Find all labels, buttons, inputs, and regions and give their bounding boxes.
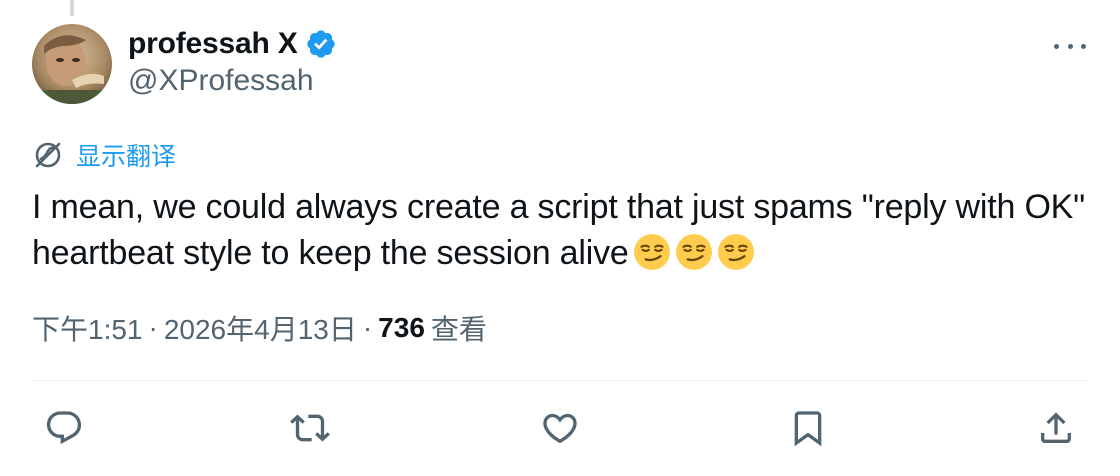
- tweet-date[interactable]: 2026年4月13日: [164, 308, 357, 348]
- more-options-icon[interactable]: [1054, 38, 1086, 54]
- views-count[interactable]: 736: [378, 312, 425, 344]
- bookmark-icon: [794, 411, 822, 447]
- show-translation-button[interactable]: 显示翻译: [32, 139, 176, 171]
- more-dot: [1054, 43, 1059, 49]
- smirking-face-icon: [717, 234, 754, 270]
- share-icon: [1041, 412, 1071, 443]
- like-icon: [543, 413, 577, 444]
- retweet-button[interactable]: [290, 408, 330, 448]
- divider: [32, 380, 1088, 381]
- reply-button[interactable]: [44, 408, 84, 448]
- meta-separator: ·: [148, 312, 158, 343]
- author-handle[interactable]: @XProfessah: [128, 64, 314, 98]
- tweet-body: I mean, we could always create a script …: [32, 188, 1086, 272]
- thread-connector-line: [70, 0, 74, 16]
- reply-icon: [46, 411, 82, 445]
- tweet-time[interactable]: 下午1:51: [32, 308, 143, 348]
- author-name-row: professah X: [128, 24, 337, 64]
- verified-badge-icon[interactable]: [305, 28, 337, 60]
- show-translation-label: 显示翻译: [76, 143, 177, 171]
- retweet-icon: [290, 414, 330, 442]
- like-button[interactable]: [540, 408, 580, 448]
- meta-separator: ·: [362, 312, 373, 343]
- smirking-face-icon: [675, 234, 712, 270]
- avatar[interactable]: [32, 24, 112, 104]
- more-dot: [1081, 43, 1086, 49]
- more-dot: [1067, 43, 1073, 49]
- share-button[interactable]: [1036, 408, 1076, 448]
- views-label[interactable]: 查看: [431, 308, 487, 348]
- tweet-metadata: 下午1:51 · 2026年4月13日 · 736 查看: [32, 308, 487, 348]
- author-display-name[interactable]: professah X: [128, 27, 298, 61]
- translate-globe-icon: [35, 142, 61, 168]
- tweet-text: I mean, we could always create a script …: [32, 184, 1092, 276]
- avatar-image: [32, 24, 112, 104]
- bookmark-button[interactable]: [788, 408, 828, 448]
- smirking-face-icon: [633, 234, 670, 270]
